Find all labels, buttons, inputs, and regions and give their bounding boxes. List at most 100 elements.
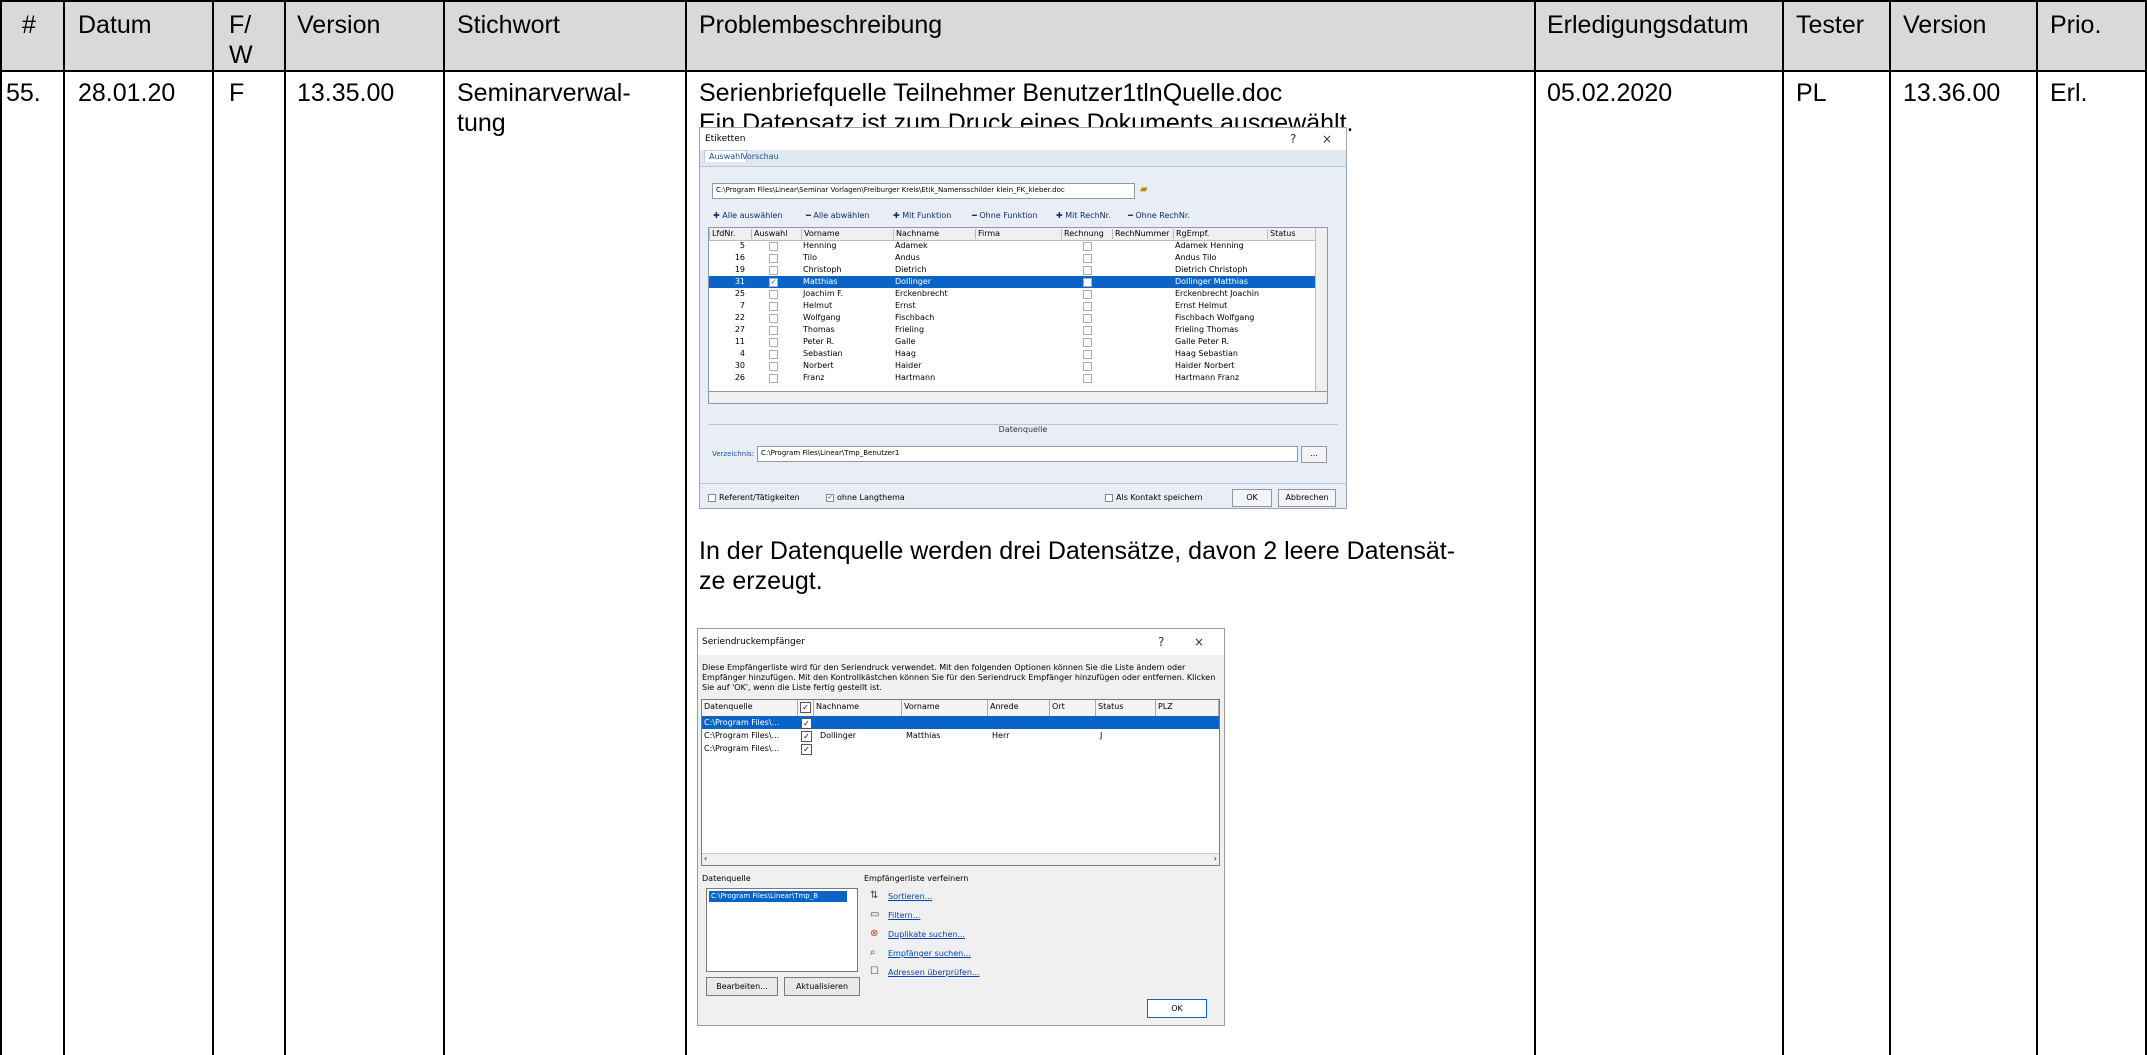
select-all-button[interactable]: ✚ Alle auswählen (713, 211, 783, 220)
participants-grid[interactable]: LfdNr. Auswahl Vorname Nachname Firma Re… (708, 227, 1328, 393)
rechnung-checkbox[interactable] (1083, 314, 1092, 323)
table-row[interactable]: C:\Program Files\... ✓ Dollinger Matthias He… (702, 729, 1219, 742)
langthema-checkbox[interactable]: ✓ ohne Langthema (826, 493, 905, 502)
row-checkbox[interactable] (769, 314, 778, 323)
with-function-button[interactable]: ✚ Mit Funktion (893, 211, 951, 220)
adressen-link[interactable]: Adressen überprüfen... (888, 968, 980, 977)
rechnung-checkbox[interactable] (1083, 290, 1092, 299)
duplikate-link[interactable]: Duplikate suchen... (888, 930, 965, 939)
col-plz[interactable]: PLZ (1156, 700, 1219, 716)
scroll-left-icon[interactable]: ‹ (704, 854, 707, 863)
table-row[interactable]: 7 Helmut Ernst Ernst Helmut (709, 300, 1327, 312)
table-row[interactable]: 27 Thomas Frieling Frieling Thomas (709, 324, 1327, 336)
datenquelle-list[interactable]: C:\Program Files\Linear\Tmp_B (706, 888, 858, 972)
row-checkbox[interactable] (769, 362, 778, 371)
row-checkbox[interactable] (769, 338, 778, 347)
row-checkbox[interactable]: ✓ (769, 278, 778, 287)
col-anrede[interactable]: Anrede (988, 700, 1050, 716)
col-status[interactable]: Status (1267, 229, 1296, 239)
edit-button[interactable]: Bearbeiten... (706, 977, 778, 996)
tab-auswahl[interactable]: Auswahl (704, 150, 748, 162)
table-row[interactable]: 26 Franz Hartmann Hartmann Franz (709, 372, 1327, 384)
sortieren-link[interactable]: Sortieren... (888, 892, 932, 901)
folder-open-icon[interactable]: ▰ (1140, 184, 1148, 195)
table-row[interactable]: 30 Norbert Haider Haider Norbert (709, 360, 1327, 372)
col-rgempf[interactable]: RgEmpf. (1173, 229, 1209, 239)
refresh-button[interactable]: Aktualisieren (784, 977, 860, 996)
datenquelle-list-item[interactable]: C:\Program Files\Linear\Tmp_B (709, 891, 847, 902)
row-checkbox[interactable] (769, 254, 778, 263)
cell-vorname: Sebastian (803, 349, 843, 358)
col-firma[interactable]: Firma (975, 229, 1000, 239)
table-row[interactable]: C:\Program Files\... ✓ (702, 742, 1219, 755)
empfaenger-suchen-link[interactable]: Empfänger suchen... (888, 949, 971, 958)
recipients-grid-hscroll[interactable]: ‹ › (702, 853, 1219, 865)
help-icon[interactable]: ? (1290, 132, 1296, 146)
col-status[interactable]: Status (1096, 700, 1156, 716)
cancel-button[interactable]: Abbrechen (1278, 489, 1336, 507)
without-function-button[interactable]: ━ Ohne Funktion (972, 211, 1038, 220)
rechnung-checkbox[interactable] (1083, 242, 1092, 251)
close-icon[interactable]: × (1194, 635, 1204, 649)
col-datenquelle[interactable]: Datenquelle (702, 700, 798, 716)
table-row[interactable]: 5 Henning Adamek Adamek Henning (709, 240, 1327, 252)
rechnung-checkbox[interactable] (1083, 326, 1092, 335)
row-checkbox[interactable] (769, 302, 778, 311)
rechnung-checkbox[interactable] (1083, 266, 1092, 275)
col-nachname[interactable]: Nachname (814, 700, 902, 716)
col-check[interactable]: ✓ (798, 700, 814, 716)
rechnung-checkbox[interactable] (1083, 302, 1092, 311)
rechnung-checkbox[interactable] (1083, 374, 1092, 383)
table-row[interactable]: 11 Peter R. Galle Galle Peter R. (709, 336, 1327, 348)
table-row[interactable]: 31 ✓ Matthias Dollinger Dollinger Matthias (709, 276, 1327, 288)
help-icon[interactable]: ? (1158, 635, 1164, 649)
col-vorname[interactable]: Vorname (801, 229, 840, 239)
col-nachname[interactable]: Nachname (893, 229, 939, 239)
participants-grid-hscroll[interactable] (708, 391, 1328, 404)
verzeichnis-field[interactable]: C:\Program Files\Linear\Tmp_Benutzer1 (757, 446, 1298, 462)
col-ort[interactable]: Ort (1050, 700, 1096, 716)
col-auswahl[interactable]: Auswahl (751, 229, 787, 239)
rechnung-checkbox[interactable] (1083, 362, 1092, 371)
template-path-field[interactable]: C:\Program Files\Linear\Seminar Vorlagen… (712, 183, 1135, 199)
row-checkbox[interactable] (769, 374, 778, 383)
rechnung-checkbox[interactable] (1083, 350, 1092, 359)
scroll-right-icon[interactable]: › (1214, 854, 1217, 863)
datenquelle-section-label: Datenquelle (708, 424, 1338, 437)
table-row[interactable]: 4 Sebastian Haag Haag Sebastian (709, 348, 1327, 360)
with-rechnr-button[interactable]: ✚ Mit RechNr. (1056, 211, 1111, 220)
ok-button[interactable]: OK (1232, 489, 1272, 507)
filtern-link[interactable]: Filtern... (888, 911, 920, 920)
row-checkbox[interactable] (769, 290, 778, 299)
deselect-all-button[interactable]: ━ Alle abwählen (806, 211, 869, 220)
rechnung-checkbox[interactable] (1083, 254, 1092, 263)
rechnung-checkbox[interactable] (1083, 338, 1092, 347)
table-row[interactable]: 16 Tilo Andus Andus Tilo (709, 252, 1327, 264)
ok-button[interactable]: OK (1147, 999, 1207, 1018)
rechnung-checkbox[interactable] (1083, 278, 1092, 287)
row-checkbox[interactable] (769, 266, 778, 275)
row-checkbox[interactable] (769, 326, 778, 335)
kontakt-checkbox[interactable]: Als Kontakt speichern (1105, 493, 1203, 502)
tab-vorschau[interactable]: Vorschau (742, 152, 779, 161)
browse-button[interactable]: ... (1301, 446, 1327, 463)
row-checkbox[interactable] (769, 242, 778, 251)
referent-checkbox[interactable]: Referent/Tätigkeiten (708, 493, 800, 502)
table-row[interactable]: 22 Wolfgang Fischbach Fischbach Wolfgang (709, 312, 1327, 324)
row-checkbox[interactable]: ✓ (801, 744, 812, 755)
table-row[interactable]: 25 Joachim F. Erckenbrecht Erckenbrecht Joa… (709, 288, 1327, 300)
col-rechnummer[interactable]: RechNummer (1112, 229, 1169, 239)
col-lfdnr[interactable]: LfdNr. (709, 229, 735, 239)
cell-nachname: Fischbach (895, 313, 935, 322)
table-row[interactable]: 19 Christoph Dietrich Dietrich Christoph (709, 264, 1327, 276)
close-icon[interactable]: × (1322, 132, 1332, 146)
row-checkbox[interactable]: ✓ (801, 731, 812, 742)
participants-grid-vscroll[interactable] (1315, 228, 1327, 392)
row-checkbox[interactable]: ✓ (801, 718, 812, 729)
col-rechnung[interactable]: Rechnung (1061, 229, 1104, 239)
recipients-grid[interactable]: Datenquelle ✓ Nachname Vorname Anrede Or… (701, 699, 1220, 866)
row-checkbox[interactable] (769, 350, 778, 359)
without-rechnr-button[interactable]: ━ Ohne RechNr. (1128, 211, 1190, 220)
col-vorname[interactable]: Vorname (902, 700, 988, 716)
table-row[interactable]: C:\Program Files\... ✓ (702, 716, 1219, 729)
